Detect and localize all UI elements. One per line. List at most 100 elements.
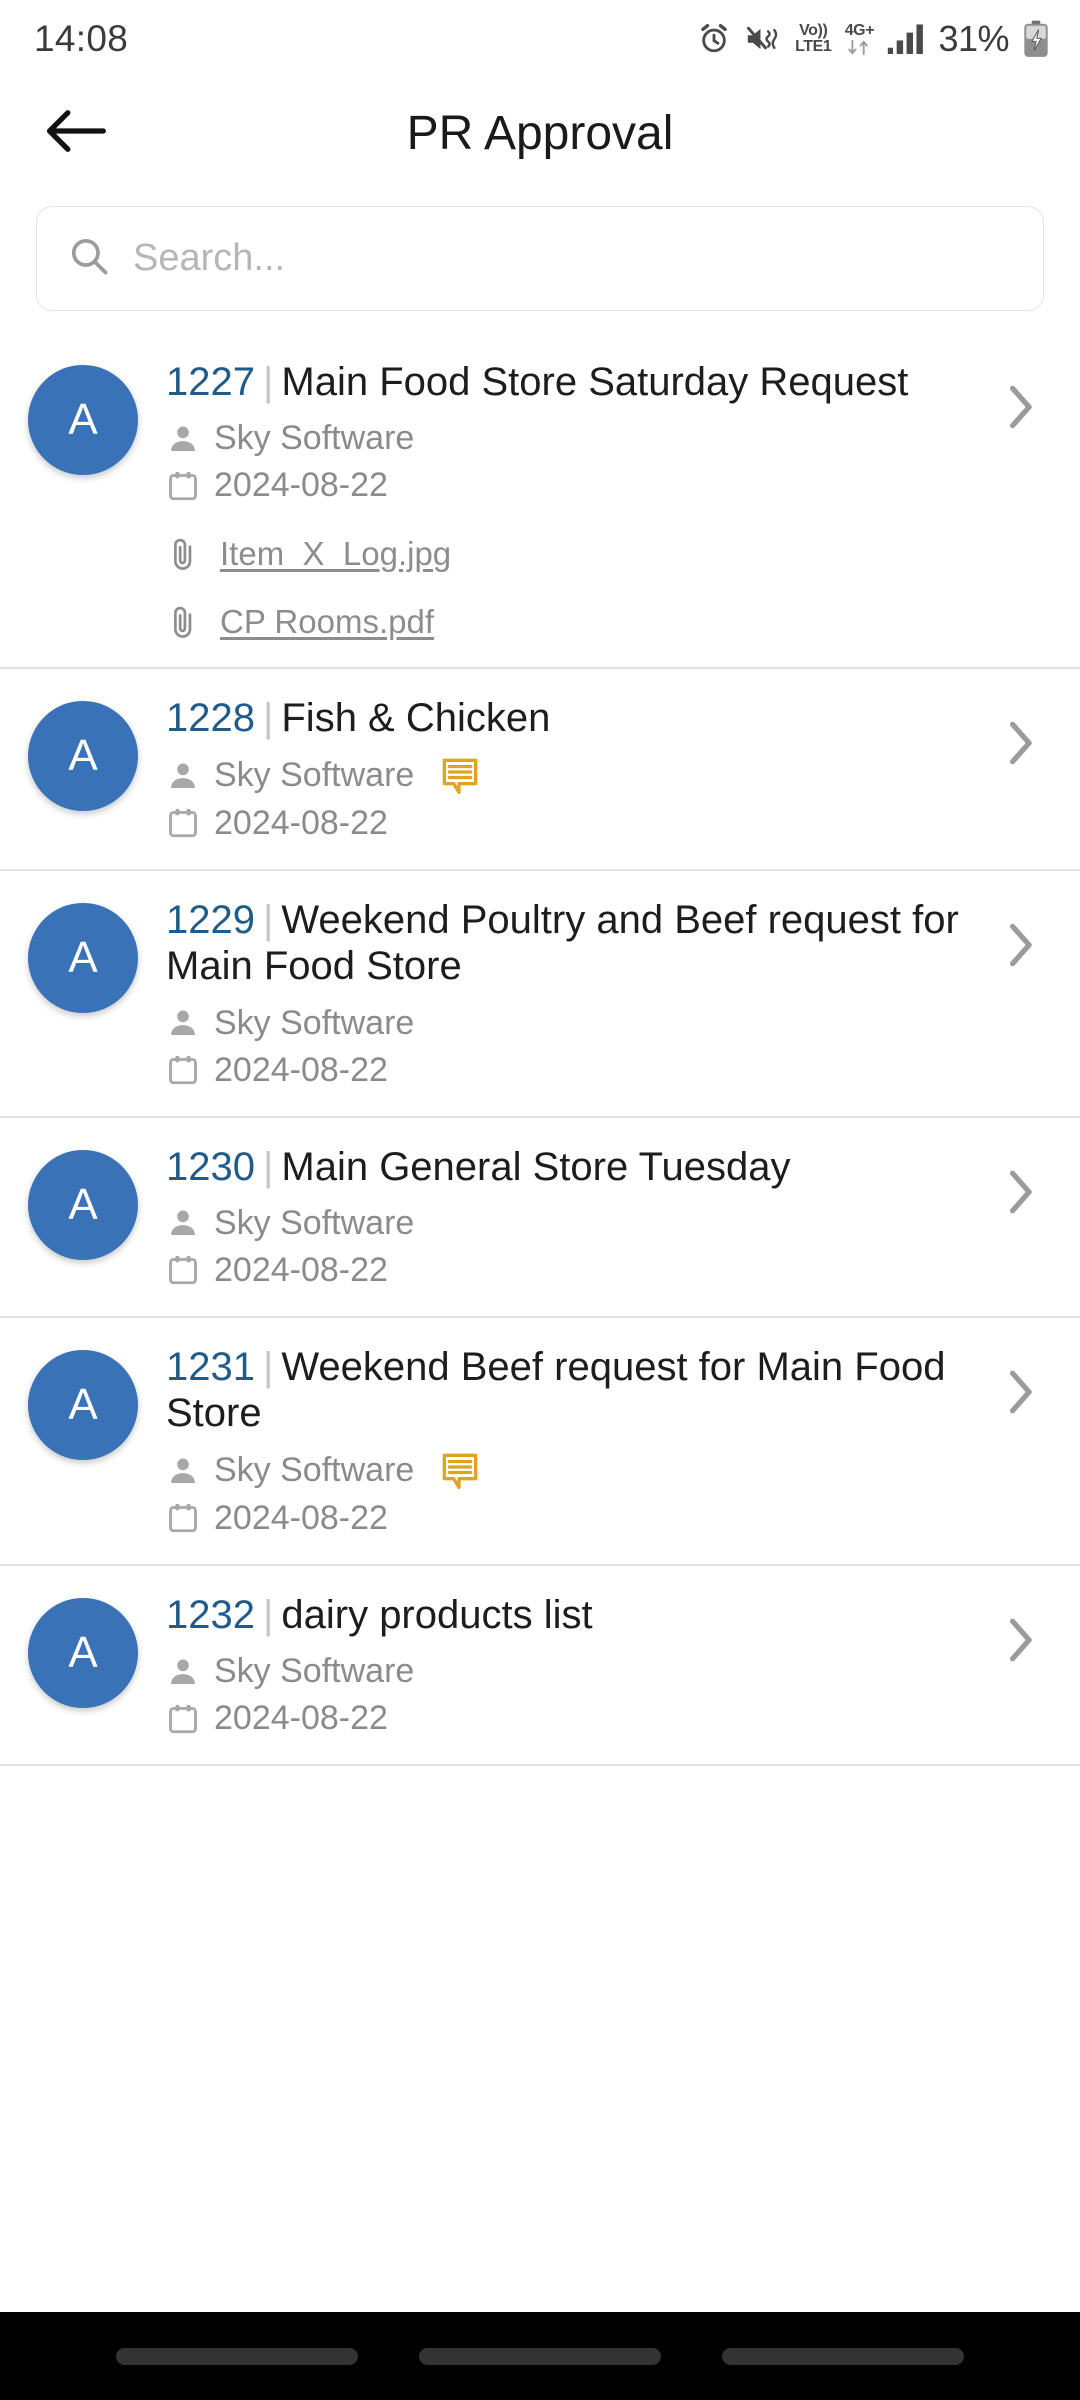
list-item-separator: | [262, 1344, 274, 1389]
back-button[interactable] [721, 2347, 964, 2365]
signal-bars-icon [887, 23, 925, 55]
list-item-id: 1232 [166, 1592, 255, 1637]
chevron-right-icon[interactable] [990, 1344, 1050, 1418]
avatar: A [28, 902, 138, 1013]
home-button[interactable] [418, 2347, 661, 2365]
attachment-row[interactable]: CP Rooms.pdf [166, 603, 980, 641]
list-item[interactable]: A 1232 | dairy products list Sky Software 202… [0, 1565, 1080, 1767]
list-item-title: 1229 | Weekend Poultry and Beef request fo… [166, 897, 980, 990]
requester-line: Sky Software [166, 1652, 980, 1691]
requester-line: Sky Software [166, 1451, 980, 1491]
list-item[interactable]: A 1227 | Main Food Store Saturday Request Sk… [0, 333, 1080, 670]
battery-percent: 31% [938, 18, 1009, 59]
avatar: A [28, 1149, 138, 1260]
list-item-separator: | [262, 897, 274, 942]
list-item-title: 1228 | Fish & Chicken [166, 695, 980, 741]
avatar: A [28, 1349, 138, 1460]
chevron-right-icon[interactable] [990, 897, 1050, 971]
date-value: 2024-08-22 [214, 1498, 388, 1537]
date-value: 2024-08-22 [214, 1699, 388, 1738]
requester-name: Sky Software [214, 1003, 415, 1042]
data-arrows-icon: 4G+ [844, 22, 875, 56]
attachment-name[interactable]: CP Rooms.pdf [220, 603, 434, 641]
person-icon [166, 422, 200, 456]
volte-icon: Vo)) LTE1 [795, 22, 832, 55]
list-item-id: 1228 [166, 696, 255, 741]
status-time: 14:08 [34, 18, 129, 59]
paperclip-icon [166, 603, 200, 641]
requester-name: Sky Software [214, 1203, 415, 1242]
person-icon [166, 1655, 200, 1689]
calendar-icon [166, 1501, 200, 1535]
date-line: 2024-08-22 [166, 1699, 980, 1738]
date-line: 2024-08-22 [166, 1051, 980, 1090]
list-item-body: 1231 | Weekend Beef request for Main Food … [138, 1344, 990, 1538]
requester-line: Sky Software [166, 419, 980, 458]
battery-charging-icon [1022, 20, 1050, 58]
chevron-right-icon[interactable] [990, 1592, 1050, 1666]
calendar-icon [166, 469, 200, 503]
requester-line: Sky Software [166, 1204, 980, 1243]
recents-button[interactable] [116, 2347, 359, 2365]
requester-line: Sky Software [166, 756, 980, 796]
comment-icon[interactable] [440, 756, 480, 796]
date-line: 2024-08-22 [166, 1251, 980, 1290]
person-icon [166, 1206, 200, 1240]
avatar: A [28, 1597, 138, 1708]
list-item-id: 1229 [166, 897, 255, 942]
requester-name: Sky Software [214, 1652, 415, 1691]
arrow-left-icon [45, 106, 107, 161]
list-item-id: 1227 [166, 360, 255, 404]
list-item-separator: | [262, 696, 274, 741]
calendar-icon [166, 1053, 200, 1087]
list-item[interactable]: A 1231 | Weekend Beef request for Main Food… [0, 1317, 1080, 1566]
search-box[interactable] [36, 206, 1044, 311]
calendar-icon [166, 1702, 200, 1736]
page-title: PR Approval [406, 106, 674, 160]
requester-name: Sky Software [214, 1451, 415, 1490]
avatar: A [28, 365, 138, 475]
list-item-id: 1231 [166, 1344, 255, 1389]
list-item-title: 1227 | Main Food Store Saturday Request [166, 359, 980, 405]
chevron-right-icon[interactable] [990, 695, 1050, 769]
list-item-body: 1230 | Main General Store Tuesday Sky Softw… [138, 1144, 990, 1290]
attachment-name[interactable]: Item_X_Log.jpg [220, 535, 451, 573]
date-line: 2024-08-22 [166, 804, 980, 843]
list-item-name: dairy products list [281, 1592, 593, 1637]
search-input[interactable] [133, 237, 1013, 280]
person-icon [166, 1006, 200, 1040]
calendar-icon [166, 1253, 200, 1287]
avatar: A [28, 701, 138, 812]
list-item-body: 1228 | Fish & Chicken Sky Software 2024-08-2… [138, 695, 990, 842]
paperclip-icon [166, 535, 200, 573]
comment-icon[interactable] [440, 1451, 480, 1491]
date-value: 2024-08-22 [214, 1050, 388, 1089]
list-item[interactable]: A 1229 | Weekend Poultry and Beef request f… [0, 870, 1080, 1118]
search-bar-container [0, 188, 1080, 333]
chevron-right-icon[interactable] [990, 359, 1050, 433]
list-item[interactable]: A 1228 | Fish & Chicken Sky Software 2024-08-… [0, 669, 1080, 871]
list-item-id: 1230 [166, 1144, 255, 1189]
date-value: 2024-08-22 [214, 466, 388, 505]
status-bar: 14:08 Vo)) LTE1 4G+ 31% [0, 0, 1080, 78]
list-item-name: Fish & Chicken [281, 696, 551, 741]
date-line: 2024-08-22 [166, 1499, 980, 1538]
list-item[interactable]: A 1230 | Main General Store Tuesday Sky Soft… [0, 1117, 1080, 1318]
date-line: 2024-08-22 [166, 466, 980, 505]
status-icons: Vo)) LTE1 4G+ 31% [697, 18, 1050, 60]
chevron-right-icon[interactable] [990, 1144, 1050, 1218]
alarm-icon [697, 22, 731, 56]
back-navigation-button[interactable] [26, 83, 126, 183]
attachment-row[interactable]: Item_X_Log.jpg [166, 535, 980, 573]
list-item-separator: | [262, 1144, 274, 1189]
list-item-title: 1231 | Weekend Beef request for Main Food … [166, 1344, 980, 1437]
list-item-title: 1230 | Main General Store Tuesday [166, 1144, 980, 1190]
list-item-title: 1232 | dairy products list [166, 1592, 980, 1638]
app-bar: PR Approval [0, 78, 1080, 188]
calendar-icon [166, 806, 200, 840]
date-value: 2024-08-22 [214, 1250, 388, 1289]
date-value: 2024-08-22 [214, 803, 388, 842]
list-item-name: Weekend Poultry and Beef request for Mai… [166, 897, 959, 989]
mute-vibrate-icon [744, 23, 782, 55]
search-icon [67, 234, 111, 283]
